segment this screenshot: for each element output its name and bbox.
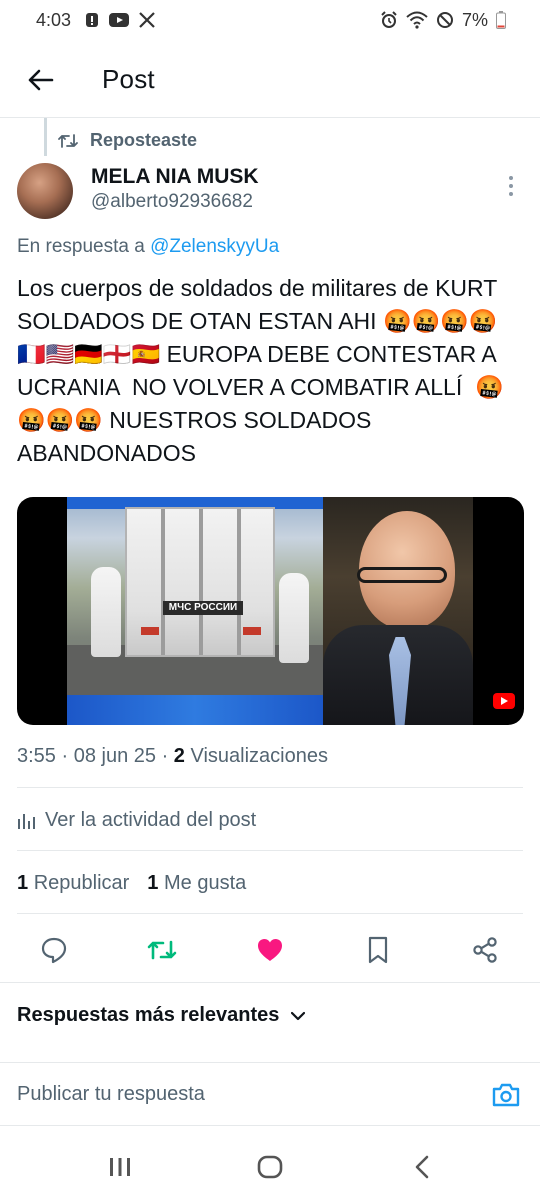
heart-filled-icon xyxy=(258,939,282,961)
battery-percent: 7% xyxy=(461,9,488,30)
reposts-stat[interactable]: 1 Republicar xyxy=(17,872,129,895)
post-date: 08 jun 25 xyxy=(73,745,157,767)
reply-to-handle-link[interactable]: @ZelenskyyUa xyxy=(150,236,279,257)
divider xyxy=(17,850,523,851)
recents-icon xyxy=(110,1158,130,1176)
share-button[interactable] xyxy=(468,933,502,967)
arrow-left-icon xyxy=(28,69,54,91)
author-name[interactable]: MELA NIA MUSK xyxy=(91,165,259,189)
activity-label: Ver la actividad del post xyxy=(45,809,257,831)
home-button[interactable] xyxy=(250,1152,290,1182)
x-logo-icon xyxy=(139,12,155,28)
views-label: Visualizaciones xyxy=(190,745,328,767)
repost-indicator: Reposteaste xyxy=(58,130,197,151)
dnd-icon xyxy=(436,11,454,29)
more-options-button[interactable] xyxy=(500,172,522,200)
repost-icon xyxy=(58,133,78,148)
reposts-count: 1 xyxy=(17,872,29,894)
header-divider xyxy=(0,117,540,118)
person-in-suit xyxy=(91,567,121,657)
home-icon xyxy=(257,1155,283,1179)
video-thumbnail[interactable]: МЧС РОССИИ xyxy=(17,497,524,725)
action-bar xyxy=(0,927,540,971)
views-count: 2 xyxy=(173,745,185,767)
reply-context: En respuesta a @ZelenskyyUa xyxy=(17,236,279,258)
divider xyxy=(17,913,523,914)
battery-icon xyxy=(496,11,506,29)
presenter-glasses xyxy=(357,567,447,583)
camera-icon xyxy=(492,1083,520,1107)
comment-icon xyxy=(41,937,67,964)
post-time: 3:55 xyxy=(17,745,56,767)
post-meta: 3:55 · 08 jun 25 · 2 Visualizaciones xyxy=(17,745,328,767)
back-chevron-icon xyxy=(415,1155,429,1179)
repost-active-icon xyxy=(147,940,177,960)
reply-input[interactable]: Publicar tu respuesta xyxy=(17,1083,205,1106)
truck-label: МЧС РОССИИ xyxy=(163,601,243,615)
status-bar: 4:03 7% xyxy=(0,0,540,40)
youtube-icon xyxy=(109,13,130,27)
reply-sort-label: Respuestas más relevantes xyxy=(17,1004,280,1026)
more-dot xyxy=(509,176,513,180)
system-nav-bar xyxy=(0,1140,540,1200)
repost-label: Reposteaste xyxy=(90,130,198,150)
likes-stat[interactable]: 1 Me gusta xyxy=(147,872,246,895)
likes-count: 1 xyxy=(147,872,159,894)
author-handle[interactable]: @alberto92936682 xyxy=(91,191,253,213)
share-icon xyxy=(473,937,497,963)
recents-button[interactable] xyxy=(100,1152,140,1182)
bookmark-button[interactable] xyxy=(361,933,395,967)
truck-image: МЧС РОССИИ xyxy=(67,497,323,725)
likes-label: Me gusta xyxy=(163,872,247,894)
alert-icon xyxy=(85,12,99,28)
wifi-icon xyxy=(406,11,428,29)
back-button[interactable] xyxy=(24,64,56,96)
divider xyxy=(0,982,540,983)
status-time: 4:03 xyxy=(36,9,72,30)
more-dot xyxy=(509,184,513,188)
subscribe-badge-icon xyxy=(493,693,515,709)
reposts-label: Republicar xyxy=(33,872,130,894)
presenter-image xyxy=(323,497,473,725)
reply-prefix: En respuesta a xyxy=(17,236,151,257)
system-back-button[interactable] xyxy=(402,1152,442,1182)
like-button[interactable] xyxy=(253,933,287,967)
chevron-down-icon xyxy=(291,1011,306,1020)
post-activity-link[interactable]: Ver la actividad del post xyxy=(17,809,256,832)
bookmark-icon xyxy=(368,936,388,964)
reply-sort-dropdown[interactable]: Respuestas más relevantes xyxy=(17,1004,306,1027)
more-dot xyxy=(509,192,513,196)
reply-button[interactable] xyxy=(37,933,71,967)
repost-button[interactable] xyxy=(145,933,179,967)
media-frame xyxy=(67,695,323,725)
page-title: Post xyxy=(102,64,155,94)
alarm-icon xyxy=(380,11,398,29)
truck: МЧС РОССИИ xyxy=(125,507,275,657)
analytics-icon xyxy=(18,813,35,829)
avatar[interactable] xyxy=(17,163,73,219)
camera-button[interactable] xyxy=(490,1079,522,1111)
divider xyxy=(17,787,523,788)
tweet-text: Los cuerpos de soldados de militares de … xyxy=(17,275,510,466)
top-app-bar: Post xyxy=(0,52,540,108)
person-in-suit xyxy=(279,573,309,663)
thread-line xyxy=(44,118,47,156)
reply-composer: Publicar tu respuesta xyxy=(0,1062,540,1126)
engagement-stats: 1 Republicar 1 Me gusta xyxy=(17,872,246,895)
